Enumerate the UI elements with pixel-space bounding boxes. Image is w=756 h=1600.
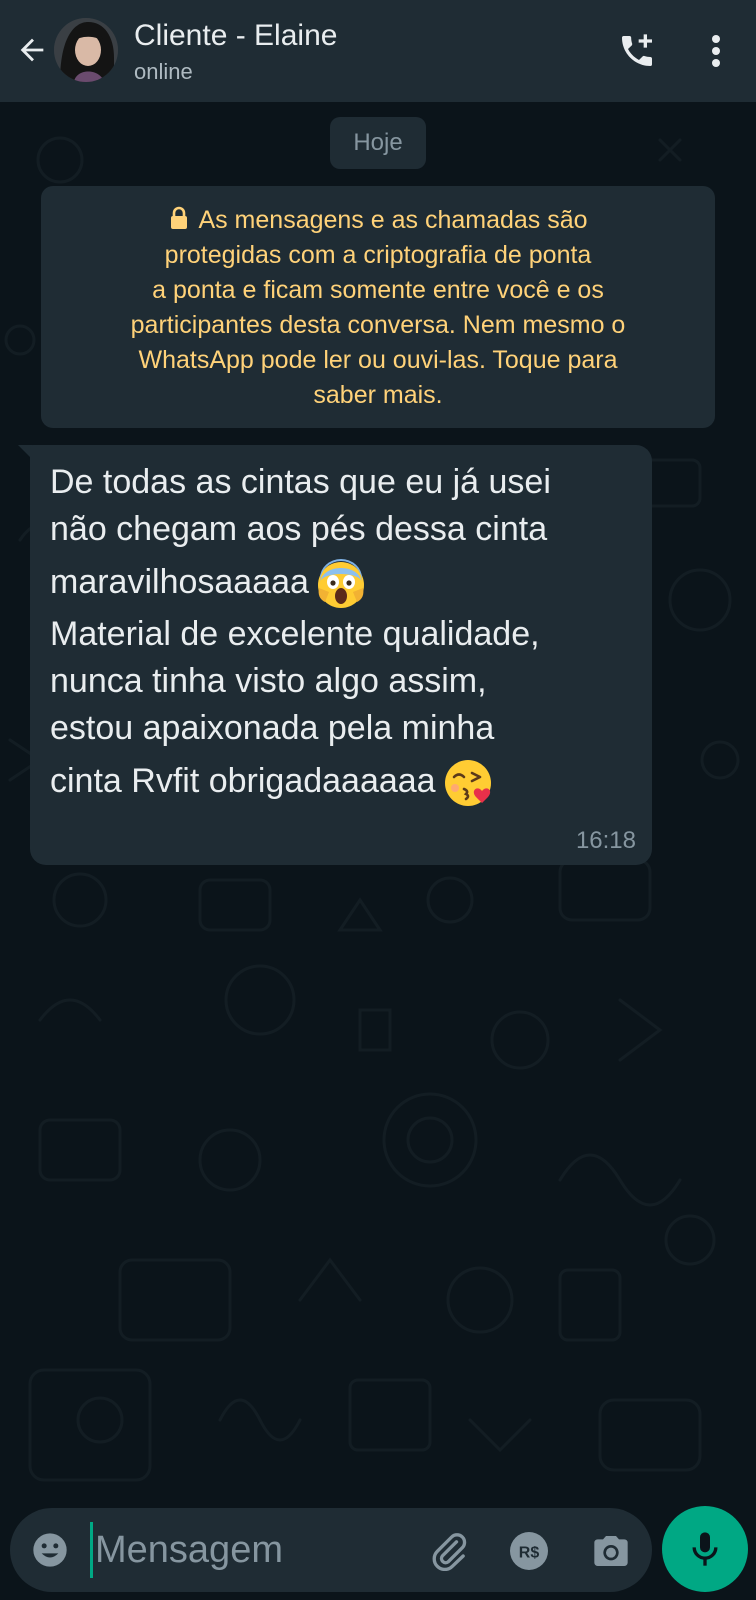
emoji-button[interactable] bbox=[28, 1528, 72, 1572]
message-line: cinta Rvfit obrigadaaaaaa bbox=[50, 752, 632, 810]
encryption-line-2: protegidas com a criptografia de ponta bbox=[164, 241, 592, 269]
contact-name[interactable]: Cliente - Elaine bbox=[134, 18, 337, 54]
chat-screen: Cliente - Elaine online Hoje As mensagen… bbox=[0, 0, 756, 1600]
date-chip: Hoje bbox=[330, 117, 426, 169]
face-screaming-emoji bbox=[317, 559, 364, 609]
more-vertical-icon bbox=[712, 35, 720, 67]
encryption-text: As mensagens e as chamadas são bbox=[198, 206, 588, 234]
payment-rs-icon: R$ bbox=[510, 1532, 548, 1570]
lock-icon bbox=[171, 206, 188, 229]
add-call-icon bbox=[622, 34, 652, 66]
encryption-notice[interactable]: As mensagens e as chamadas são protegida… bbox=[41, 186, 715, 428]
avatar[interactable] bbox=[54, 18, 118, 82]
camera-icon bbox=[594, 1536, 628, 1566]
message-composer: R$ bbox=[10, 1508, 652, 1592]
incoming-message[interactable]: De todas as cintas que eu já usei não ch… bbox=[30, 445, 652, 865]
message-line: não chegam aos pés dessa cinta bbox=[50, 510, 548, 548]
encryption-line-3: a ponta e ficam somente entre você e os bbox=[152, 276, 604, 304]
face-blowing-kiss-emoji bbox=[444, 760, 491, 807]
message-input[interactable] bbox=[90, 1522, 410, 1578]
back-button[interactable] bbox=[10, 28, 54, 72]
contact-photo bbox=[54, 18, 118, 82]
payment-label: R$ bbox=[519, 1545, 540, 1562]
message-line: estou apaixonada pela minha bbox=[50, 709, 495, 747]
arrow-left-icon bbox=[20, 38, 44, 62]
attach-button[interactable] bbox=[426, 1528, 472, 1574]
message-line: Material de excelente qualidade, bbox=[50, 615, 540, 653]
microphone-icon bbox=[692, 1532, 718, 1566]
camera-button[interactable] bbox=[588, 1528, 634, 1574]
paperclip-icon bbox=[432, 1533, 467, 1571]
encryption-line-4: participantes desta conversa. Nem mesmo … bbox=[130, 311, 626, 339]
contact-status: online bbox=[134, 59, 193, 84]
emoji-icon bbox=[33, 1533, 67, 1567]
chat-header: Cliente - Elaine online bbox=[0, 0, 756, 102]
message-timestamp: 16:18 bbox=[575, 827, 636, 854]
message-line: maravilhosaaaaa bbox=[50, 553, 632, 611]
message-line: nunca tinha visto algo assim, bbox=[50, 662, 487, 700]
payment-button[interactable]: R$ bbox=[506, 1528, 552, 1574]
message-text: maravilhosaaaaa bbox=[50, 563, 309, 601]
message-line: De todas as cintas que eu já usei bbox=[50, 463, 551, 501]
voice-message-button[interactable] bbox=[662, 1506, 748, 1592]
encryption-line-6: saber mais. bbox=[313, 381, 443, 409]
message-text: cinta Rvfit obrigadaaaaaa bbox=[50, 762, 436, 800]
encryption-line-5: WhatsApp pode ler ou ouvi-las. Toque par… bbox=[138, 346, 618, 374]
more-options-button[interactable] bbox=[694, 28, 738, 74]
add-call-button[interactable] bbox=[614, 28, 660, 74]
encryption-line-1: As mensagens e as chamadas são bbox=[59, 203, 697, 238]
